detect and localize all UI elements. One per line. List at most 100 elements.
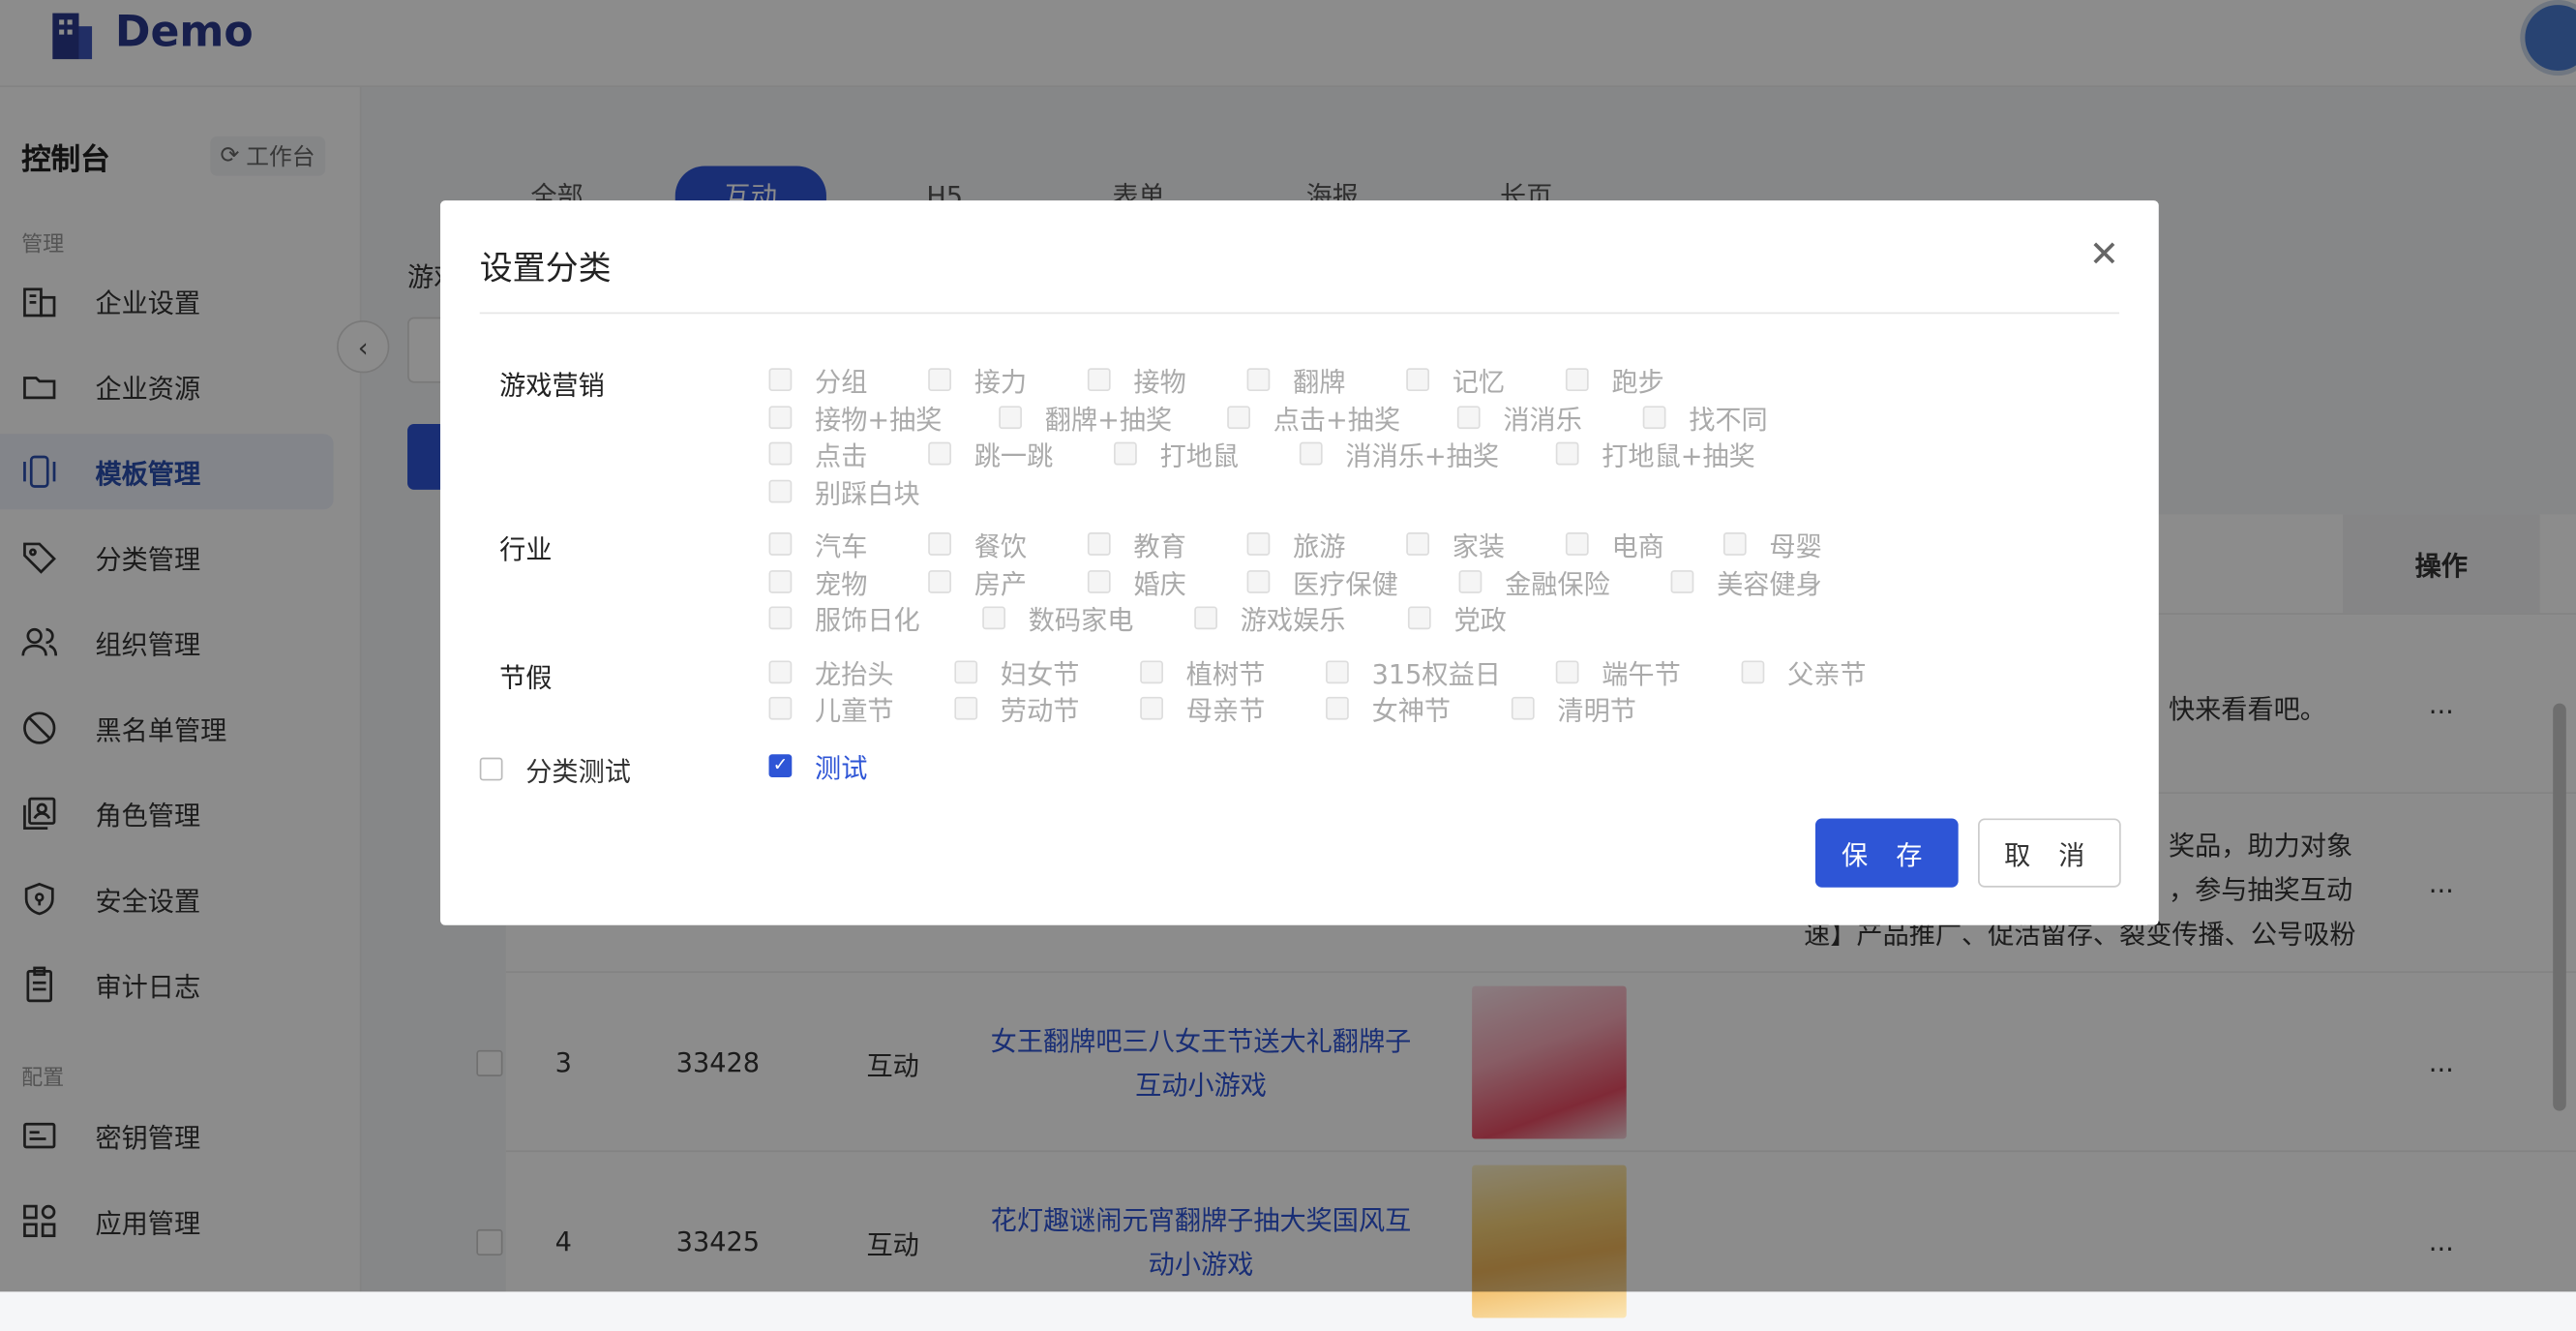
option-checkbox[interactable]: 婚庆 bbox=[1087, 562, 1186, 602]
checkbox[interactable] bbox=[1194, 606, 1217, 630]
option-checkbox[interactable]: 房产 bbox=[928, 562, 1027, 602]
option-checkbox[interactable]: 餐饮 bbox=[928, 525, 1027, 564]
option-checkbox[interactable]: 翻牌 bbox=[1246, 360, 1345, 400]
checkbox[interactable] bbox=[928, 532, 951, 556]
option-checkbox[interactable]: 金融保险 bbox=[1458, 562, 1610, 602]
option-checkbox[interactable]: 母婴 bbox=[1722, 525, 1822, 564]
checkbox[interactable] bbox=[1087, 368, 1111, 392]
checkbox[interactable] bbox=[1140, 696, 1163, 720]
option-checkbox[interactable]: 点击 bbox=[768, 434, 867, 473]
option-checkbox[interactable]: 家装 bbox=[1406, 525, 1505, 564]
option-checkbox[interactable]: 打地鼠 bbox=[1114, 434, 1239, 473]
checkbox[interactable] bbox=[1299, 441, 1323, 466]
option-checkbox[interactable]: 儿童节 bbox=[768, 688, 894, 728]
checkbox[interactable] bbox=[954, 696, 978, 720]
option-checkbox[interactable]: 端午节 bbox=[1555, 652, 1681, 692]
checkbox[interactable] bbox=[1246, 570, 1271, 593]
option-checkbox[interactable]: 接力 bbox=[928, 360, 1027, 400]
checkbox[interactable] bbox=[768, 441, 793, 466]
option-checkbox[interactable]: 消消乐+抽奖 bbox=[1299, 434, 1499, 473]
option-checkbox[interactable]: 接物+抽奖 bbox=[768, 398, 942, 438]
checkbox[interactable] bbox=[1642, 406, 1666, 430]
option-checkbox[interactable]: 打地鼠+抽奖 bbox=[1555, 434, 1755, 473]
option-checkbox[interactable]: 旅游 bbox=[1246, 525, 1345, 564]
option-label: 婚庆 bbox=[1133, 568, 1186, 600]
checkbox[interactable] bbox=[1565, 532, 1589, 556]
option-checkbox[interactable]: 翻牌+抽奖 bbox=[999, 398, 1172, 438]
close-icon[interactable]: ✕ bbox=[2089, 236, 2119, 276]
checkbox[interactable] bbox=[982, 606, 1005, 630]
option-checkbox[interactable]: 植树节 bbox=[1140, 652, 1265, 692]
checkbox[interactable] bbox=[928, 570, 951, 593]
option-checkbox[interactable]: 点击+抽奖 bbox=[1227, 398, 1400, 438]
option-checkbox[interactable]: 女神节 bbox=[1326, 688, 1451, 728]
checkbox[interactable] bbox=[1670, 570, 1694, 593]
option-checkbox[interactable]: 母亲节 bbox=[1140, 688, 1265, 728]
checkbox[interactable] bbox=[1114, 441, 1137, 466]
option-checkbox[interactable]: 接物 bbox=[1087, 360, 1186, 400]
checkbox[interactable] bbox=[1555, 441, 1579, 466]
option-checkbox[interactable]: 分组 bbox=[768, 360, 867, 400]
checkbox[interactable] bbox=[768, 606, 793, 630]
checkbox[interactable] bbox=[1246, 368, 1271, 392]
option-checkbox[interactable]: 跑步 bbox=[1565, 360, 1664, 400]
checkbox[interactable] bbox=[1406, 532, 1429, 556]
option-checkbox[interactable]: 清明节 bbox=[1511, 688, 1636, 728]
option-checkbox[interactable]: 跳一跳 bbox=[928, 434, 1053, 473]
option-checkbox[interactable]: 315权益日 bbox=[1326, 652, 1501, 692]
option-checkbox[interactable]: 汽车 bbox=[768, 525, 867, 564]
checkbox[interactable] bbox=[928, 441, 951, 466]
option-checkbox[interactable]: 美容健身 bbox=[1670, 562, 1822, 602]
cancel-button[interactable]: 取 消 bbox=[1978, 818, 2121, 888]
checkbox[interactable] bbox=[768, 570, 793, 593]
option-checkbox[interactable]: 消消乐 bbox=[1456, 398, 1582, 438]
checkbox[interactable] bbox=[768, 532, 793, 556]
checkbox[interactable] bbox=[928, 368, 951, 392]
option-checkbox[interactable]: 电商 bbox=[1565, 525, 1664, 564]
checkbox[interactable] bbox=[1456, 406, 1481, 430]
checkbox-checked[interactable]: ✓ bbox=[768, 754, 793, 778]
checkbox[interactable] bbox=[1246, 532, 1271, 556]
option-checkbox[interactable]: 教育 bbox=[1087, 525, 1186, 564]
checkbox[interactable] bbox=[1565, 368, 1589, 392]
option-checkbox[interactable]: 妇女节 bbox=[954, 652, 1079, 692]
option-checkbox[interactable]: 游戏娱乐 bbox=[1194, 598, 1345, 638]
checkbox[interactable] bbox=[479, 757, 503, 781]
option-checkbox[interactable]: 数码家电 bbox=[982, 598, 1133, 638]
option-label: 打地鼠+抽奖 bbox=[1602, 439, 1755, 472]
checkbox[interactable] bbox=[768, 368, 793, 392]
option-checkbox[interactable]: 宠物 bbox=[768, 562, 867, 602]
checkbox[interactable] bbox=[1140, 660, 1163, 684]
checkbox[interactable] bbox=[1227, 406, 1250, 430]
option-label: 餐饮 bbox=[973, 530, 1028, 562]
checkbox[interactable] bbox=[1407, 606, 1431, 630]
checkbox[interactable] bbox=[768, 696, 793, 720]
checkbox[interactable] bbox=[1087, 532, 1111, 556]
checkbox[interactable] bbox=[1722, 532, 1747, 556]
checkbox[interactable] bbox=[1511, 696, 1535, 720]
option-checkbox[interactable]: 记忆 bbox=[1406, 360, 1505, 400]
option-checkbox[interactable]: 父亲节 bbox=[1741, 652, 1867, 692]
checkbox[interactable] bbox=[1741, 660, 1765, 684]
option-checkbox[interactable]: 劳动节 bbox=[954, 688, 1079, 728]
option-checkbox[interactable]: 找不同 bbox=[1642, 398, 1768, 438]
option-checkbox[interactable]: 别踩白块 bbox=[768, 471, 920, 511]
category-test-checkbox[interactable]: 分类测试 bbox=[479, 749, 631, 789]
checkbox[interactable] bbox=[1458, 570, 1483, 593]
save-button[interactable]: 保 存 bbox=[1814, 818, 1959, 888]
option-checkbox[interactable]: 龙抬头 bbox=[768, 652, 894, 692]
checkbox[interactable] bbox=[768, 406, 793, 430]
checkbox[interactable] bbox=[1555, 660, 1579, 684]
checkbox[interactable] bbox=[768, 660, 793, 684]
checkbox[interactable] bbox=[999, 406, 1022, 430]
option-test-checkbox[interactable]: ✓ 测试 bbox=[768, 746, 867, 786]
checkbox[interactable] bbox=[1087, 570, 1111, 593]
checkbox[interactable] bbox=[1326, 696, 1349, 720]
checkbox[interactable] bbox=[768, 479, 793, 503]
option-checkbox[interactable]: 医疗保健 bbox=[1246, 562, 1398, 602]
option-checkbox[interactable]: 服饰日化 bbox=[768, 598, 920, 638]
checkbox[interactable] bbox=[954, 660, 978, 684]
checkbox[interactable] bbox=[1406, 368, 1429, 392]
checkbox[interactable] bbox=[1326, 660, 1349, 684]
option-checkbox[interactable]: 党政 bbox=[1407, 598, 1507, 638]
